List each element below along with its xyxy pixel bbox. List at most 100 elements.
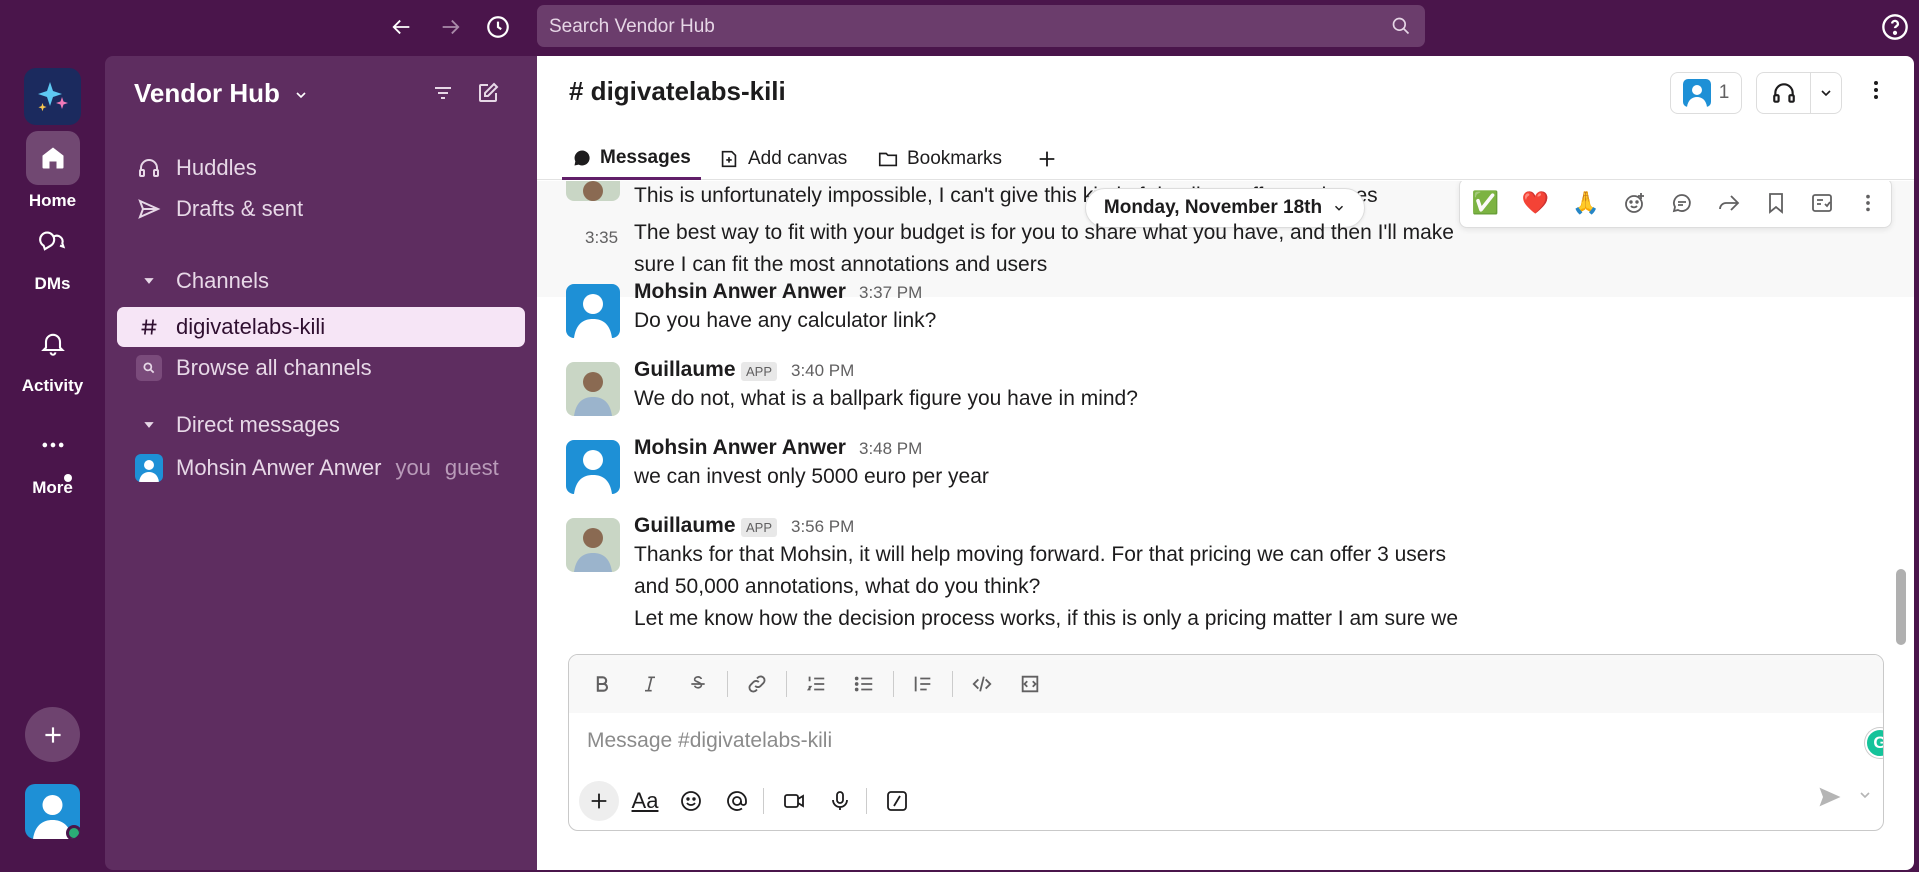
workspace-logo[interactable] bbox=[24, 68, 81, 125]
reaction-heart[interactable]: ❤️ bbox=[1522, 190, 1549, 216]
bell-icon bbox=[26, 316, 80, 370]
code-icon[interactable] bbox=[963, 665, 1001, 703]
compose-icon[interactable] bbox=[473, 78, 503, 108]
reaction-check[interactable]: ✅ bbox=[1471, 190, 1498, 216]
forward-arrow-icon[interactable] bbox=[434, 11, 466, 43]
rail-home[interactable]: Home bbox=[0, 131, 105, 211]
huddle-button[interactable] bbox=[1756, 72, 1842, 114]
reaction-pray[interactable]: 🙏 bbox=[1572, 190, 1599, 216]
message-time[interactable]: 3:40 PM bbox=[791, 361, 854, 381]
avatar[interactable] bbox=[566, 181, 620, 201]
help-icon[interactable] bbox=[1879, 11, 1911, 43]
kebab-menu-icon[interactable] bbox=[1864, 76, 1888, 104]
sender-name[interactable]: Mohsin Anwer Anwer bbox=[634, 436, 846, 460]
blockquote-icon[interactable] bbox=[904, 665, 942, 703]
italic-icon[interactable] bbox=[631, 665, 669, 703]
sidebar-item-browse-channels[interactable]: Browse all channels bbox=[117, 348, 525, 388]
rail-dms[interactable]: DMs bbox=[0, 214, 105, 294]
tab-messages[interactable]: Messages bbox=[562, 138, 701, 180]
sidebar-item-channel[interactable]: digivatelabs-kili bbox=[117, 307, 525, 347]
tab-label: Messages bbox=[600, 146, 691, 168]
forward-icon[interactable] bbox=[1717, 191, 1741, 215]
formatting-toolbar bbox=[569, 655, 1883, 713]
more-dots-icon bbox=[26, 418, 80, 472]
channel-title[interactable]: # digivatelabs-kili bbox=[569, 76, 786, 107]
tab-label: Add canvas bbox=[748, 148, 848, 169]
strikethrough-icon[interactable] bbox=[679, 665, 717, 703]
message-timestamp[interactable]: 3:35 bbox=[585, 228, 618, 248]
search-icon bbox=[1391, 16, 1411, 36]
dm-section-header[interactable]: Direct messages bbox=[117, 405, 525, 445]
composer-actions: Aa bbox=[579, 779, 1879, 823]
folder-icon bbox=[878, 152, 898, 167]
mention-icon[interactable] bbox=[717, 781, 757, 821]
canvas-icon bbox=[721, 150, 737, 168]
add-workspace-button[interactable] bbox=[25, 707, 80, 762]
history-clock-icon[interactable] bbox=[482, 11, 514, 43]
channels-section-header[interactable]: Channels bbox=[117, 261, 525, 301]
bookmark-icon[interactable] bbox=[1764, 191, 1788, 215]
avatar[interactable] bbox=[566, 284, 620, 338]
video-icon[interactable] bbox=[774, 781, 814, 821]
sidebar-item-label: digivatelabs-kili bbox=[176, 314, 326, 339]
browse-search-icon bbox=[135, 355, 163, 381]
message-time[interactable]: 3:37 PM bbox=[859, 283, 922, 303]
link-icon[interactable] bbox=[738, 665, 776, 703]
presence-indicator bbox=[66, 825, 80, 839]
member-count: 1 bbox=[1718, 82, 1730, 103]
hash-icon bbox=[135, 317, 163, 337]
sidebar-item-drafts[interactable]: Drafts & sent bbox=[117, 189, 525, 229]
members-button[interactable]: 1 bbox=[1670, 72, 1742, 114]
message-time[interactable]: 3:48 PM bbox=[859, 439, 922, 459]
workspace-name-button[interactable]: Vendor Hub bbox=[134, 78, 309, 109]
avatar[interactable] bbox=[566, 440, 620, 494]
attach-plus-icon[interactable] bbox=[579, 781, 619, 821]
sender-name[interactable]: Mohsin Anwer Anwer bbox=[634, 280, 846, 304]
date-label: Monday, November 18th bbox=[1103, 197, 1323, 218]
message-time[interactable]: 3:56 PM bbox=[791, 517, 854, 537]
emoji-icon[interactable] bbox=[671, 781, 711, 821]
microphone-icon[interactable] bbox=[820, 781, 860, 821]
scrollbar[interactable] bbox=[1896, 569, 1906, 645]
headphones-icon[interactable] bbox=[1757, 73, 1811, 113]
chevron-down-icon bbox=[1335, 205, 1344, 211]
add-reaction-icon[interactable] bbox=[1623, 191, 1647, 215]
sender-name[interactable]: Guillaume bbox=[634, 514, 736, 538]
plus-icon bbox=[1039, 151, 1055, 167]
sender-name[interactable]: Guillaume bbox=[634, 358, 736, 382]
sidebar-item-dm[interactable]: Mohsin Anwer Anwer you guest bbox=[117, 448, 525, 488]
avatar[interactable] bbox=[566, 362, 620, 416]
tab-bookmarks[interactable]: Bookmarks bbox=[877, 138, 1002, 180]
more-actions-icon[interactable] bbox=[1857, 191, 1879, 215]
sidebar-item-huddles[interactable]: Huddles bbox=[117, 148, 525, 188]
add-tab-button[interactable] bbox=[1036, 138, 1058, 180]
channel-sidebar: Vendor Hub Huddles Drafts & sent Channel… bbox=[105, 56, 537, 870]
slash-command-icon[interactable] bbox=[877, 781, 917, 821]
back-arrow-icon[interactable] bbox=[386, 11, 418, 43]
search-placeholder: Search Vendor Hub bbox=[549, 16, 715, 37]
sidebar-item-label: Huddles bbox=[176, 155, 257, 180]
tab-add-canvas[interactable]: Add canvas bbox=[718, 138, 847, 180]
bold-icon[interactable] bbox=[583, 665, 621, 703]
send-icon[interactable] bbox=[1816, 783, 1844, 811]
dm-avatar bbox=[135, 454, 163, 482]
message-input[interactable]: Message #digivatelabs-kili bbox=[587, 729, 832, 753]
ordered-list-icon[interactable] bbox=[797, 665, 835, 703]
grammarly-icon[interactable]: G bbox=[1865, 728, 1883, 758]
reply-thread-icon[interactable] bbox=[1670, 191, 1694, 215]
rail-activity[interactable]: Activity bbox=[0, 316, 105, 396]
dm-header-label: Direct messages bbox=[176, 412, 340, 437]
bulleted-list-icon[interactable] bbox=[845, 665, 883, 703]
toolbar-divider bbox=[763, 788, 764, 814]
chevron-down-icon[interactable] bbox=[1857, 787, 1873, 803]
avatar[interactable] bbox=[566, 518, 620, 572]
code-block-icon[interactable] bbox=[1011, 665, 1049, 703]
workspace-name: Vendor Hub bbox=[134, 78, 280, 108]
chevron-down-icon[interactable] bbox=[1811, 85, 1841, 101]
filter-icon[interactable] bbox=[428, 78, 458, 108]
formatting-toggle[interactable]: Aa bbox=[625, 781, 665, 821]
search-input[interactable]: Search Vendor Hub bbox=[537, 5, 1425, 47]
user-avatar[interactable] bbox=[25, 784, 80, 839]
rail-more[interactable]: More bbox=[0, 418, 105, 498]
save-later-icon[interactable] bbox=[1810, 191, 1834, 215]
